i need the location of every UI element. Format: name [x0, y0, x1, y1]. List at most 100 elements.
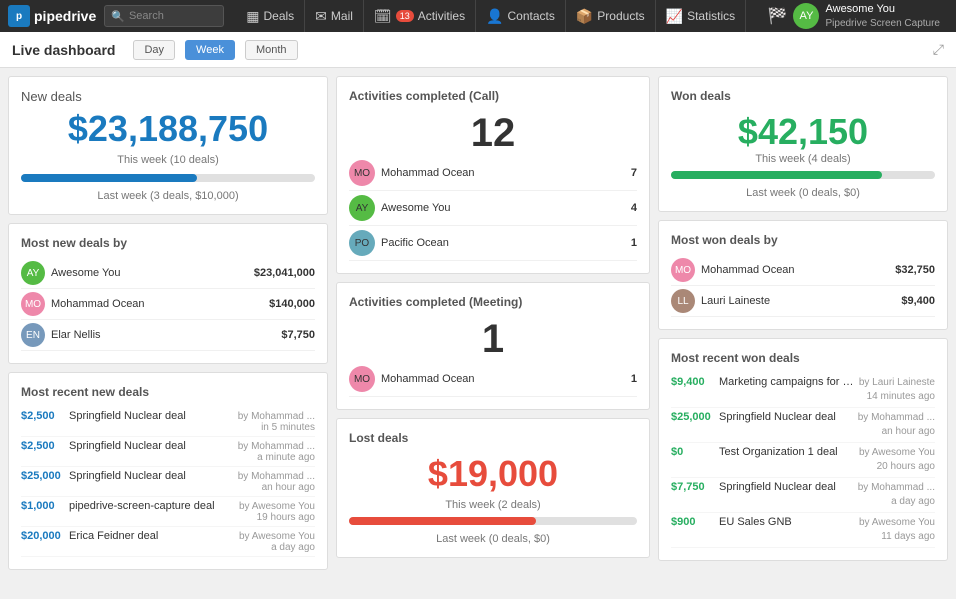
rw-by: by Awesome You20 hours ago: [859, 446, 935, 474]
recent-won-card: Most recent won deals $9,400 Marketing c…: [658, 338, 948, 561]
rw-deal: Springfield Nuclear deal: [719, 481, 854, 493]
logo[interactable]: p pipedrive: [8, 5, 96, 27]
rw-amount: $0: [671, 446, 715, 458]
recent-by: by Awesome Youa day ago: [239, 531, 315, 553]
search-placeholder: Search: [129, 10, 164, 22]
avatar: MO: [349, 366, 375, 392]
recent-new-deals-card: Most recent new deals $2,500 Springfield…: [8, 372, 328, 570]
expand-icon[interactable]: ⤢: [933, 41, 944, 58]
act-call-card: Activities completed (Call) 12 MO Mohamm…: [336, 76, 650, 274]
search-box[interactable]: 🔍 Search: [104, 5, 224, 27]
nav-item-products[interactable]: 📦 Products: [566, 0, 656, 32]
left-column: New deals $23,188,750 This week (10 deal…: [8, 76, 328, 591]
table-row: MO Mohammad Ocean $32,750: [671, 255, 935, 286]
lost-amount: $19,000: [349, 453, 637, 495]
deal-amount: $23,041,000: [254, 267, 315, 279]
table-row: AY Awesome You 4: [349, 191, 637, 226]
most-new-deals-title: Most new deals by: [21, 236, 315, 250]
won-week: This week (4 deals): [671, 153, 935, 165]
act-call-count: 12: [349, 111, 637, 156]
contacts-icon: 👤: [486, 8, 503, 25]
nav-label-activities: Activities: [418, 9, 465, 23]
nav-label-contacts: Contacts: [508, 9, 555, 23]
table-row: MO Mohammad Ocean 7: [349, 156, 637, 191]
dashboard-title: Live dashboard: [12, 42, 115, 58]
subheader: Live dashboard Day Week Month ⤢: [0, 32, 956, 68]
new-deals-amount: $23,188,750: [21, 108, 315, 150]
products-icon: 📦: [576, 8, 593, 25]
lost-week: This week (2 deals): [349, 499, 637, 511]
statistics-icon: 📈: [666, 8, 683, 25]
tab-day[interactable]: Day: [133, 40, 175, 60]
rw-by: by Awesome You11 days ago: [859, 516, 935, 544]
recent-deal: Erica Feidner deal: [69, 530, 235, 542]
act-meeting-card: Activities completed (Meeting) 1 MO Moha…: [336, 282, 650, 410]
recent-deal: pipedrive-screen-capture deal: [69, 500, 235, 512]
act-meeting-count: 1: [349, 317, 637, 362]
lost-deals-card: Lost deals $19,000 This week (2 deals) L…: [336, 418, 650, 558]
most-won-title: Most won deals by: [671, 233, 935, 247]
person-name: Mohammad Ocean: [381, 373, 625, 385]
avatar: EN: [21, 323, 45, 347]
deal-name: Mohammad Ocean: [51, 298, 263, 310]
list-item: $25,000 Springfield Nuclear deal by Moha…: [21, 467, 315, 497]
tab-week[interactable]: Week: [185, 40, 235, 60]
new-deals-last-week: Last week (3 deals, $10,000): [21, 190, 315, 202]
rw-by: by Lauri Laineste14 minutes ago: [859, 376, 935, 404]
top-navigation: p pipedrive 🔍 Search ▦ Deals ✉ Mail 🗓 13…: [0, 0, 956, 32]
user-name: Awesome You: [825, 2, 940, 16]
nav-item-statistics[interactable]: 📈 Statistics: [656, 0, 746, 32]
lost-title: Lost deals: [349, 431, 637, 445]
lost-progress-bar: [349, 517, 536, 525]
person-count: 1: [631, 237, 637, 249]
act-call-title: Activities completed (Call): [349, 89, 637, 103]
person-name: Mohammad Ocean: [381, 167, 625, 179]
deals-icon: ▦: [246, 8, 259, 25]
new-deals-progress-bar: [21, 174, 197, 182]
rw-deal: EU Sales GNB: [719, 516, 855, 528]
avatar: MO: [671, 258, 695, 282]
recent-by: by Awesome You19 hours ago: [239, 501, 315, 523]
won-amount: $42,150: [671, 111, 935, 153]
person-count: 7: [631, 167, 637, 179]
table-row: PO Pacific Ocean 1: [349, 226, 637, 261]
deal-name: Awesome You: [51, 267, 248, 279]
nav-item-deals[interactable]: ▦ Deals: [236, 0, 305, 32]
avatar: PO: [349, 230, 375, 256]
person-name: Pacific Ocean: [381, 237, 625, 249]
right-column: Won deals $42,150 This week (4 deals) La…: [658, 76, 948, 591]
deal-amount: $140,000: [269, 298, 315, 310]
rw-amount: $7,750: [671, 481, 715, 493]
won-deals-card: Won deals $42,150 This week (4 deals) La…: [658, 76, 948, 212]
list-item: $1,000 pipedrive-screen-capture deal by …: [21, 497, 315, 527]
rw-deal: Marketing campaigns for Q2: [719, 376, 855, 388]
table-row: MO Mohammad Ocean 1: [349, 362, 637, 397]
logo-icon: p: [8, 5, 30, 27]
middle-column: Activities completed (Call) 12 MO Mohamm…: [336, 76, 650, 591]
person-count: 4: [631, 202, 637, 214]
nav-label-mail: Mail: [331, 9, 353, 23]
nav-item-activities[interactable]: 🗓 13 Activities: [364, 0, 476, 32]
nav-item-mail[interactable]: ✉ Mail: [305, 0, 364, 32]
rw-deal: Test Organization 1 deal: [719, 446, 855, 458]
list-item: $7,750 Springfield Nuclear deal by Moham…: [671, 478, 935, 513]
tab-month[interactable]: Month: [245, 40, 298, 60]
avatar: AY: [793, 3, 819, 29]
nav-item-contacts[interactable]: 👤 Contacts: [476, 0, 566, 32]
recent-amount: $25,000: [21, 470, 65, 482]
act-meeting-title: Activities completed (Meeting): [349, 295, 637, 309]
list-item: $2,500 Springfield Nuclear deal by Moham…: [21, 407, 315, 437]
activities-badge: 13: [396, 10, 414, 22]
nav-label-products: Products: [597, 9, 644, 23]
recent-amount: $2,500: [21, 410, 65, 422]
rw-deal: Springfield Nuclear deal: [719, 411, 854, 423]
deal-name: Elar Nellis: [51, 329, 275, 341]
deal-amount: $9,400: [901, 295, 935, 307]
new-deals-progress-bg: [21, 174, 315, 182]
won-progress-bg: [671, 171, 935, 179]
deal-name: Mohammad Ocean: [701, 264, 889, 276]
deal-amount: $7,750: [281, 329, 315, 341]
most-won-card: Most won deals by MO Mohammad Ocean $32,…: [658, 220, 948, 330]
new-deals-card: New deals $23,188,750 This week (10 deal…: [8, 76, 328, 215]
recent-deal: Springfield Nuclear deal: [69, 440, 234, 452]
